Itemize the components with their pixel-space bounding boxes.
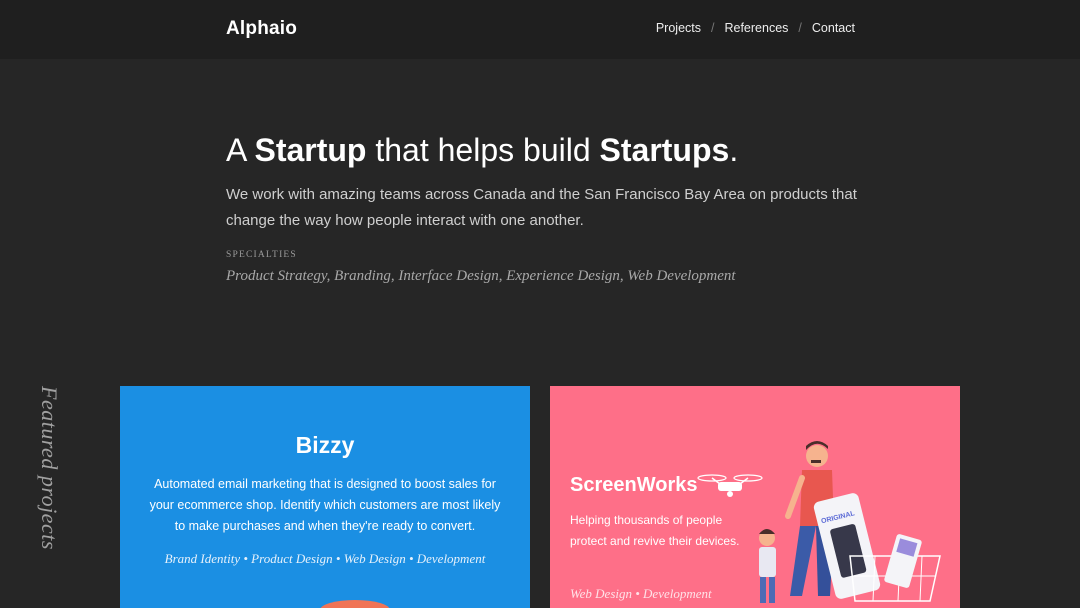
- project-title: Bizzy: [295, 432, 355, 458]
- person-child-icon: [759, 529, 776, 603]
- top-bar: Alphaio Projects / References / Contact: [0, 0, 1080, 59]
- headline-emphasis: Startup: [254, 132, 367, 168]
- project-description: Automated email marketing that is design…: [149, 477, 501, 533]
- headline-emphasis: Startups: [599, 132, 730, 168]
- headline-part: .: [729, 132, 739, 168]
- main-nav: Projects / References / Contact: [656, 21, 855, 35]
- specialties-label: SPECIALTIES: [226, 250, 297, 260]
- nav-references[interactable]: References: [724, 21, 788, 35]
- nav-projects[interactable]: Projects: [656, 21, 701, 35]
- hero-headline: A Startup that helps build Startups.: [226, 128, 866, 172]
- headline-part: A: [226, 132, 255, 168]
- project-card-screenworks[interactable]: ScreenWorks Helping thousands of people …: [550, 386, 960, 608]
- project-tags: Brand Identity • Product Design • Web De…: [164, 551, 486, 566]
- nav-separator: /: [711, 21, 715, 35]
- project-card-bizzy[interactable]: Bizzy Automated email marketing that is …: [120, 386, 530, 608]
- illustration-shape: [320, 600, 390, 608]
- nav-separator: /: [798, 21, 802, 35]
- featured-projects-label: Featured projects: [37, 386, 62, 550]
- specialties-list: Product Strategy, Branding, Interface De…: [226, 268, 736, 284]
- hero-intro: We work with amazing teams across Canada…: [226, 186, 857, 229]
- logo[interactable]: Alphaio: [226, 18, 297, 40]
- drone-icon: [697, 474, 763, 497]
- screenworks-illustration: ORIGINAL: [697, 441, 941, 603]
- nav-contact[interactable]: Contact: [812, 21, 855, 35]
- headline-part: that helps build: [366, 132, 600, 168]
- project-title: ScreenWorks: [570, 474, 698, 496]
- hero-section: A Startup that helps build Startups. We …: [226, 128, 866, 285]
